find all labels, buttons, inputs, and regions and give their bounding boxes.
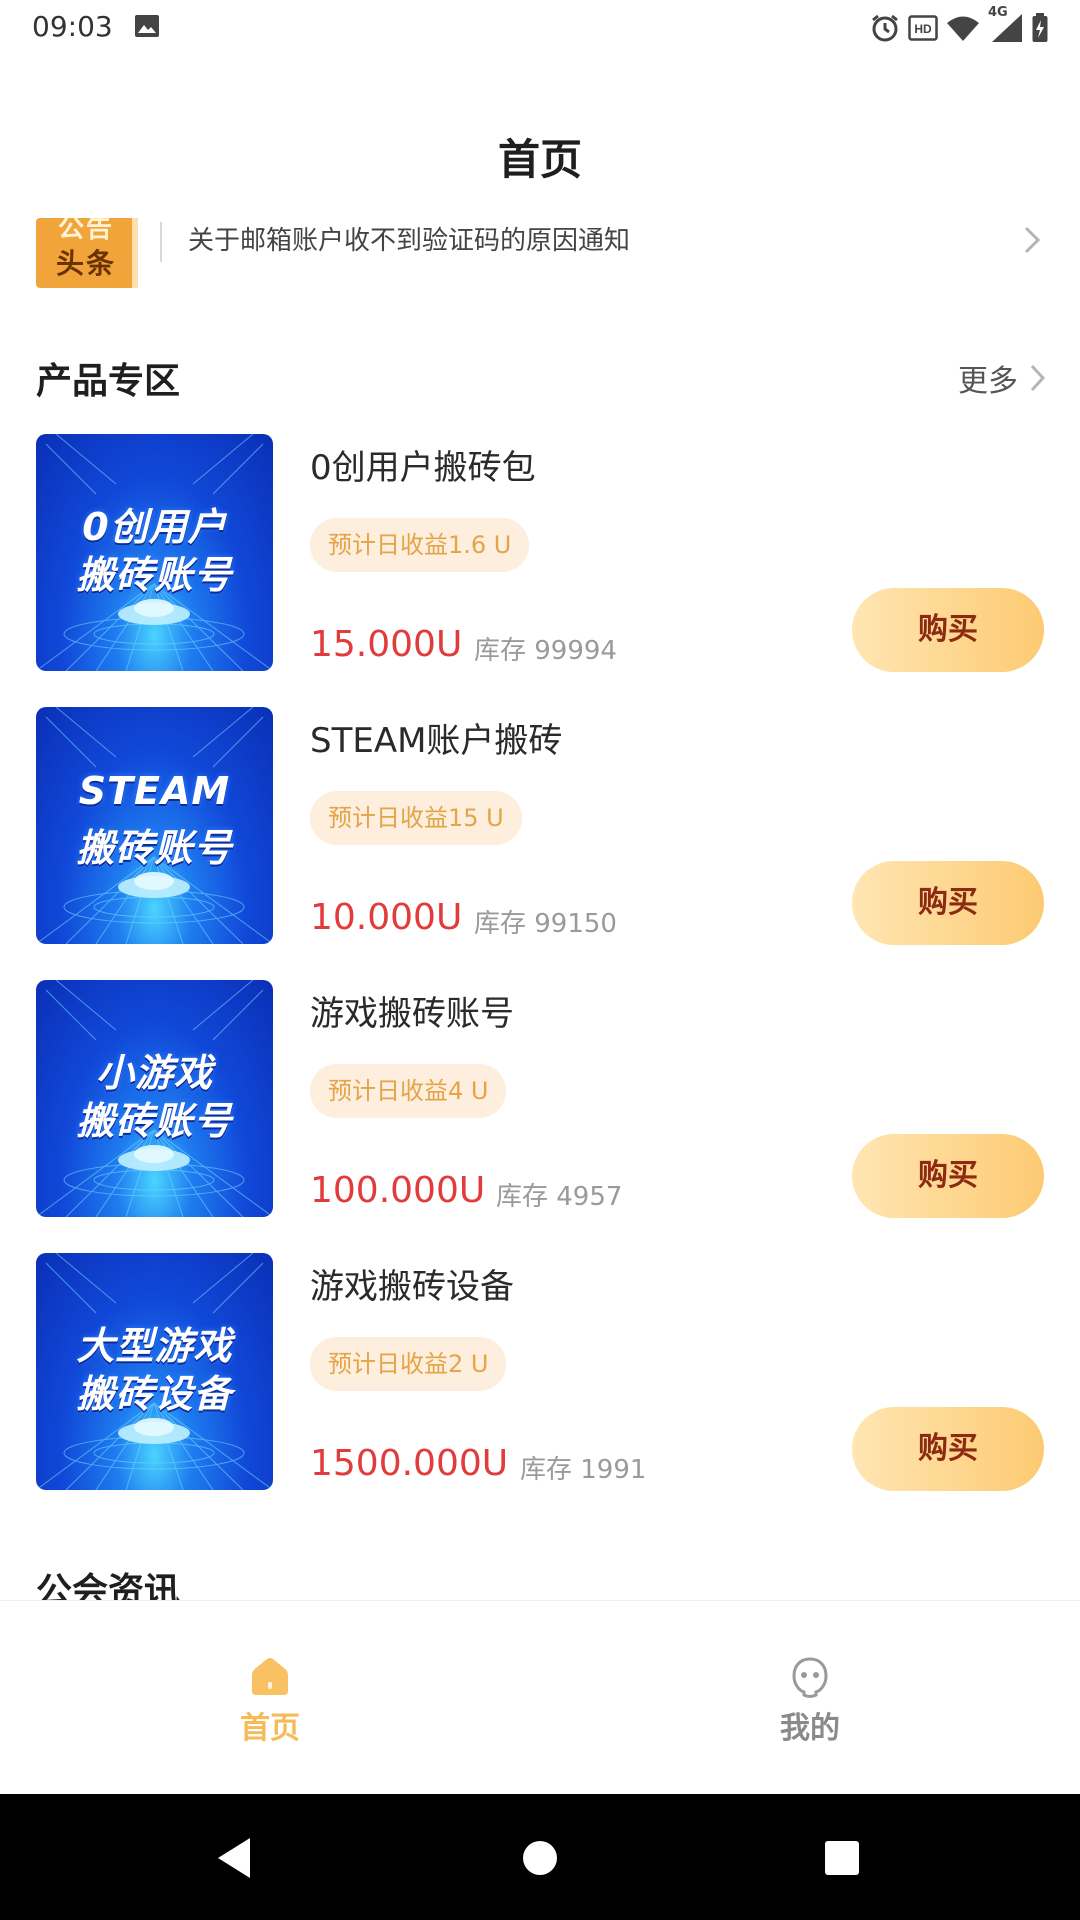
daily-yield-badge: 预计日收益4 U (310, 1064, 507, 1118)
product-price: 10.000U (310, 897, 463, 938)
product-image-line2: 搬砖账号 (76, 1099, 233, 1143)
product-card[interactable]: 大型游戏 搬砖设备 游戏搬砖设备 预计日收益2 U 1500.000U 库存 1… (36, 1253, 1044, 1493)
signal-icon: 4G (988, 5, 1024, 43)
product-image[interactable]: STEAM 搬砖账号 (36, 707, 273, 944)
gallery-icon (135, 15, 159, 37)
daily-yield-badge: 预计日收益15 U (310, 791, 522, 845)
section-title-products: 产品专区 (36, 361, 181, 402)
logo-shadow (132, 218, 138, 288)
system-navigation-bar (0, 1794, 1080, 1920)
page-title: 首页 (497, 135, 582, 184)
product-image-line1: 大型游戏 (76, 1324, 233, 1368)
notice-text[interactable]: 关于邮箱账户收不到验证码的原因通知 (188, 220, 630, 257)
buy-button[interactable]: 购买 (852, 588, 1044, 672)
product-card[interactable]: 0创用户 搬砖账号 0创用户搬砖包 预计日收益1.6 U 15.000U 库存 … (36, 434, 1044, 674)
tab-mine-label[interactable]: 我的 (710, 1703, 910, 1747)
chevron-right-icon[interactable] (1020, 222, 1044, 258)
headline-logo: 公告 头条 (36, 218, 136, 288)
product-image-line1: 0创用户 (82, 505, 227, 549)
product-name[interactable]: 游戏搬砖账号 (310, 986, 514, 1035)
product-stock: 库存 99150 (474, 909, 617, 939)
chevron-right-icon[interactable] (1028, 362, 1048, 394)
logo-top-text: 公告 (57, 218, 114, 244)
section-title-news: 公会资讯 (36, 1572, 181, 1600)
product-name[interactable]: 0创用户搬砖包 (310, 440, 536, 489)
product-name[interactable]: STEAM账户搬砖 (310, 713, 562, 762)
more-link[interactable]: 更多 (958, 356, 1048, 400)
product-image-line1: 小游戏 (95, 1051, 213, 1095)
product-image-line2: 搬砖账号 (76, 553, 233, 597)
status-time: 09:03 (32, 10, 113, 43)
battery-icon (1032, 13, 1048, 42)
logo-main-text: 头条 (55, 247, 116, 280)
product-image[interactable]: 小游戏 搬砖账号 (36, 980, 273, 1217)
buy-button[interactable]: 购买 (852, 1407, 1044, 1491)
home-button-icon[interactable] (512, 1830, 568, 1886)
tab-mine[interactable]: 我的 (710, 1655, 910, 1747)
notice-bar[interactable]: 公告 头条 关于邮箱账户收不到验证码的原因通知 (36, 210, 1044, 288)
daily-yield-badge: 预计日收益1.6 U (310, 518, 530, 572)
product-price: 1500.000U (310, 1443, 509, 1484)
tab-home-label[interactable]: 首页 (170, 1703, 370, 1747)
product-price: 100.000U (310, 1170, 486, 1211)
product-price: 15.000U (310, 624, 463, 665)
product-stock: 库存 99994 (474, 636, 617, 666)
product-stock: 库存 1991 (520, 1455, 647, 1485)
product-image[interactable]: 大型游戏 搬砖设备 (36, 1253, 273, 1490)
product-image-line2: 搬砖账号 (76, 826, 233, 870)
profile-icon[interactable] (788, 1655, 832, 1699)
svg-text:HD: HD (914, 22, 932, 36)
daily-yield-badge: 预计日收益2 U (310, 1337, 507, 1391)
tab-home[interactable]: 首页 (170, 1655, 370, 1747)
buy-button[interactable]: 购买 (852, 1134, 1044, 1218)
product-image-line2: 搬砖设备 (76, 1372, 233, 1416)
buy-button[interactable]: 购买 (852, 861, 1044, 945)
home-icon[interactable] (248, 1655, 292, 1699)
alarm-icon (872, 14, 898, 42)
status-bar: 09:03 HD 4G (0, 0, 1080, 56)
product-image-line1: STEAM (78, 769, 231, 813)
product-stock: 库存 4957 (496, 1182, 623, 1212)
more-label[interactable]: 更多 (958, 356, 1018, 400)
recent-apps-icon[interactable] (814, 1830, 870, 1886)
bottom-tab-bar: 首页 我的 (0, 1600, 1080, 1794)
notice-divider (160, 222, 162, 262)
back-icon[interactable] (206, 1830, 262, 1886)
product-card[interactable]: 小游戏 搬砖账号 游戏搬砖账号 预计日收益4 U 100.000U 库存 495… (36, 980, 1044, 1220)
wifi-icon (947, 16, 979, 41)
product-image[interactable]: 0创用户 搬砖账号 (36, 434, 273, 671)
hd-icon: HD (908, 15, 938, 41)
product-name[interactable]: 游戏搬砖设备 (310, 1259, 514, 1308)
product-card[interactable]: STEAM 搬砖账号 STEAM账户搬砖 预计日收益15 U 10.000U 库… (36, 707, 1044, 947)
status-icons: HD 4G (870, 5, 1048, 44)
